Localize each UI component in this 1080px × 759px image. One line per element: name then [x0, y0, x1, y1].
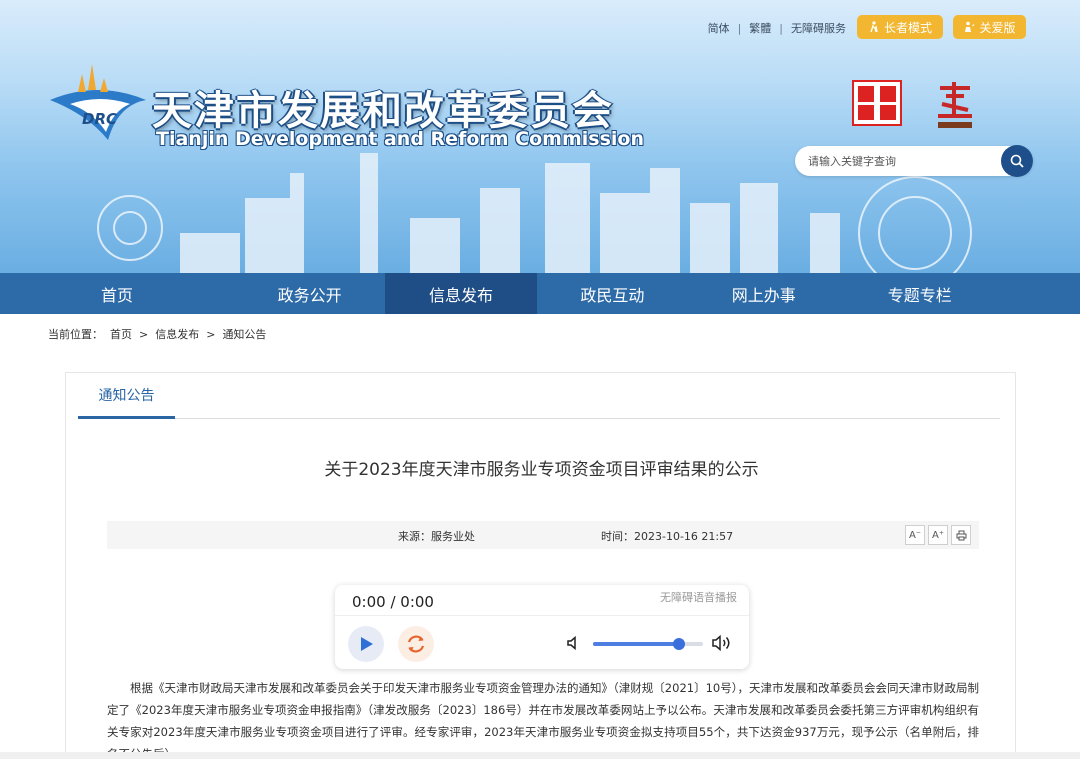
breadcrumb-separator: > [139, 327, 149, 341]
nav-online-services[interactable]: 网上办事 [688, 273, 839, 314]
nav-home[interactable]: 首页 [0, 273, 234, 314]
article-time: 时间：2023-10-16 21:57 [601, 530, 734, 543]
nav-special-topics[interactable]: 专题专栏 [839, 273, 1080, 314]
elder-icon [870, 21, 878, 33]
search-button[interactable] [1001, 145, 1033, 177]
drc-logo: DRC [50, 64, 146, 140]
tianjin-seal-icon [852, 80, 902, 126]
volume-slider[interactable] [593, 638, 703, 650]
elder-mode-label: 长者模式 [883, 20, 932, 35]
main-nav: 首页 政务公开 信息发布 政民互动 网上办事 专题专栏 [0, 273, 1080, 314]
article-body: 根据《天津市财政局天津市发展和改革委员会关于印发天津市服务业专项资金管理办法的通… [107, 681, 979, 759]
link-traditional[interactable]: 繁體 [749, 20, 771, 36]
play-icon [361, 637, 373, 651]
content-panel: 通知公告 关于2023年度天津市服务业专项资金项目评审结果的公示 来源：服务业处… [65, 372, 1016, 759]
top-links: 简体 | 繁體 | 无障碍服务 [708, 20, 846, 36]
breadcrumb: 当前位置： 首页 > 信息发布 > 通知公告 [48, 326, 266, 342]
divider: | [737, 21, 742, 35]
print-icon [956, 530, 966, 540]
nav-information-release[interactable]: 信息发布 [385, 273, 537, 314]
care-version-button[interactable]: 关爱版 [953, 15, 1026, 39]
play-button[interactable] [348, 626, 384, 662]
link-simplified[interactable]: 简体 [708, 20, 730, 36]
search-box [795, 145, 1033, 177]
search-icon [1010, 154, 1024, 168]
divider: | [779, 21, 783, 35]
replay-button[interactable] [398, 626, 434, 662]
elder-mode-button[interactable]: 长者模式 [857, 15, 943, 39]
article-meta: 来源：服务业处 时间：2023-10-16 21:57 A⁻ A⁺ [107, 521, 979, 549]
header-banner: 简体 | 繁體 | 无障碍服务 长者模式 关爱版 DRC 天津市发展和改革委员会… [0, 0, 1080, 273]
link-accessible[interactable]: 无障碍服务 [791, 20, 846, 36]
site-subtitle: Tianjin Development and Reform Commissio… [156, 128, 644, 150]
volume-fill [593, 642, 679, 646]
font-smaller-button[interactable]: A⁻ [905, 525, 925, 545]
care-icon [965, 21, 975, 32]
print-button[interactable] [951, 525, 971, 545]
article-tools: A⁻ A⁺ [905, 525, 971, 545]
breadcrumb-home[interactable]: 首页 [110, 326, 132, 342]
volume-low-icon[interactable] [566, 635, 582, 651]
breadcrumb-notices[interactable]: 通知公告 [222, 326, 266, 342]
article-source: 来源：服务业处 [398, 530, 475, 543]
breadcrumb-separator: > [206, 327, 216, 341]
divider [335, 615, 749, 616]
nav-interaction[interactable]: 政民互动 [537, 273, 688, 314]
care-version-label: 关爱版 [979, 20, 1016, 35]
font-larger-button[interactable]: A⁺ [928, 525, 948, 545]
volume-high-icon[interactable] [711, 633, 733, 653]
nav-government-affairs[interactable]: 政务公开 [234, 273, 385, 314]
tab-notices[interactable]: 通知公告 [78, 373, 175, 419]
section-tabs: 通知公告 [78, 373, 1000, 419]
search-input[interactable] [808, 154, 988, 168]
article-title: 关于2023年度天津市服务业专项资金项目评审结果的公示 [324, 460, 759, 480]
bottom-scroll-strip [0, 752, 1080, 759]
replay-icon [407, 635, 425, 653]
breadcrumb-label: 当前位置： [48, 328, 103, 341]
calligraphy-emblem-icon [938, 82, 972, 128]
logo-text: DRC [82, 110, 117, 128]
player-tag: 无障碍语音播报 [660, 591, 737, 604]
volume-knob[interactable] [672, 638, 685, 650]
audio-player: 0:00 / 0:00 无障碍语音播报 [335, 585, 749, 669]
player-time: 0:00 / 0:00 [352, 593, 434, 611]
breadcrumb-info[interactable]: 信息发布 [155, 326, 199, 342]
